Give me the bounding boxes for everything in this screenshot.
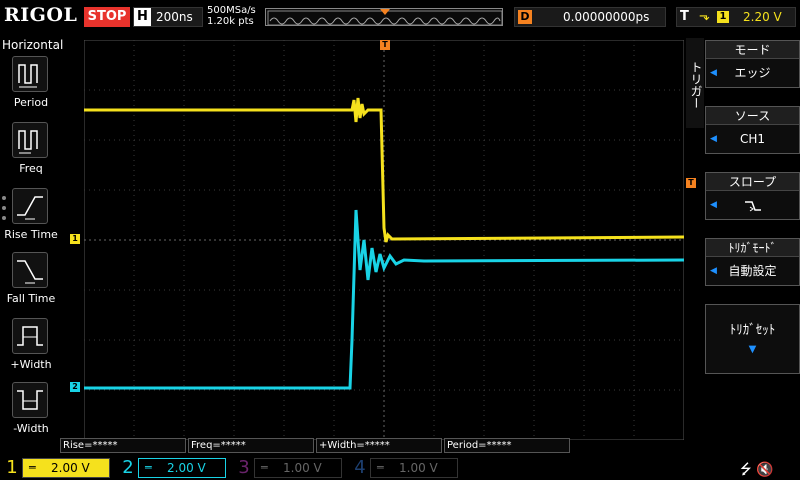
channel-1-tab[interactable]: 1 ═ 2.00 V	[0, 456, 112, 480]
pos-width-label: +Width	[10, 358, 52, 371]
measurement-rise[interactable]: Rise=*****	[60, 438, 186, 453]
acquisition-info: 500MSa/s 1.20k pts	[207, 5, 256, 27]
trigger-mode-header: ﾄﾘｶﾞﾓｰﾄﾞ	[706, 239, 799, 257]
mode-value: エッジ	[734, 66, 771, 80]
channel-3-scale: 1.00 V	[283, 461, 322, 475]
trigger-source-badge: 1	[717, 11, 729, 23]
brand-logo: RIGOL	[4, 4, 78, 26]
channel-3-tab[interactable]: 3 ═ 1.00 V	[232, 456, 344, 480]
measure-rise-time-button[interactable]: Rise Time	[0, 188, 62, 248]
channel-4-coupling: ═	[377, 461, 384, 474]
left-arrow-icon: ◀	[710, 266, 717, 276]
status-icons: ⭍ 🔇	[740, 459, 774, 480]
measurement-category[interactable]: Horizontal	[2, 38, 63, 52]
memory-overview-waveform	[269, 17, 501, 25]
rise-time-label: Rise Time	[4, 228, 58, 241]
period-icon	[12, 56, 48, 92]
menu-mode[interactable]: モード ◀ エッジ	[705, 40, 800, 88]
left-arrow-icon: ◀	[710, 68, 717, 78]
trigger-menu: トリガー モード ◀ エッジ ソース ◀ CH1 スロープ ◀ ﾄﾘｶﾞﾓｰﾄﾞ ◀…	[686, 38, 800, 438]
source-header: ソース	[706, 107, 799, 125]
measurement-panel: Horizontal Period Freq Rise Time Fall Ti…	[0, 36, 63, 456]
channel-1-coupling: ═	[29, 461, 36, 474]
left-arrow-icon: ◀	[710, 200, 717, 210]
mode-header: モード	[706, 41, 799, 59]
delay-label: D	[518, 10, 532, 24]
measurement-pos-width[interactable]: +Width=*****	[316, 438, 442, 453]
trigger-edge-icon: ⬎	[699, 9, 710, 24]
channel-1-number: 1	[6, 457, 18, 478]
memory-overview-bar[interactable]	[265, 8, 503, 26]
trigger-set-label: ﾄﾘｶﾞｾｯﾄ	[729, 323, 776, 338]
trigger-delay-indicator[interactable]: D 0.00000000ps	[514, 7, 666, 27]
freq-label: Freq	[19, 162, 43, 175]
negative-width-icon	[12, 382, 48, 418]
menu-source[interactable]: ソース ◀ CH1	[705, 106, 800, 154]
menu-trigger-mode[interactable]: ﾄﾘｶﾞﾓｰﾄﾞ ◀ 自動設定	[705, 238, 800, 286]
period-label: Period	[13, 96, 49, 109]
memory-depth: 1.20k pts	[207, 16, 254, 27]
trigger-mode-value: 自動設定	[728, 264, 777, 278]
speaker-icon[interactable]: 🔇	[756, 462, 773, 478]
channel-4-scale: 1.00 V	[399, 461, 438, 475]
frequency-icon	[12, 122, 48, 158]
scope-canvas	[84, 40, 684, 440]
top-status-bar: RIGOL STOP H 200ns 500MSa/s 1.20k pts D …	[0, 0, 800, 34]
measure-fall-time-button[interactable]: Fall Time	[0, 252, 62, 312]
trigger-label: T	[680, 9, 689, 24]
channel-2-coupling: ═	[145, 461, 152, 474]
source-value: CH1	[739, 132, 766, 146]
down-arrow-icon: ▼	[748, 344, 757, 355]
sample-rate: 500MSa/s	[207, 5, 256, 16]
channel-4-number: 4	[354, 457, 366, 478]
menu-title: トリガー	[686, 38, 704, 128]
measurement-period[interactable]: Period=*****	[444, 438, 570, 453]
usb-icon: ⭍	[740, 462, 752, 478]
measurement-freq[interactable]: Freq=*****	[188, 438, 314, 453]
fall-time-label: Fall Time	[6, 292, 56, 305]
measure-period-button[interactable]: Period	[0, 56, 62, 116]
ch1-waveform	[84, 97, 684, 243]
rise-time-icon	[12, 188, 48, 224]
timebase-label: H	[134, 8, 151, 26]
delay-value: 0.00000000ps	[563, 10, 650, 24]
channel-2-number: 2	[122, 457, 134, 478]
measure-freq-button[interactable]: Freq	[0, 122, 62, 182]
memory-trigger-marker	[380, 9, 390, 15]
ch1-offset-marker[interactable]: 1	[70, 234, 80, 244]
neg-width-label: -Width	[13, 422, 49, 435]
measurement-results: Rise=***** Freq=***** +Width=***** Perio…	[60, 438, 700, 454]
timebase-value: 200ns	[156, 10, 193, 24]
measure-neg-width-button[interactable]: -Width	[0, 382, 62, 442]
channel-3-number: 3	[238, 457, 250, 478]
fall-time-icon	[12, 252, 48, 288]
trigger-position-marker[interactable]: T	[380, 40, 390, 50]
falling-edge-icon	[744, 200, 761, 211]
positive-width-icon	[12, 318, 48, 354]
channel-3-coupling: ═	[261, 461, 268, 474]
channel-4-tab[interactable]: 4 ═ 1.00 V	[348, 456, 460, 480]
menu-trigger-set[interactable]: ﾄﾘｶﾞｾｯﾄ ▼	[705, 304, 800, 374]
measure-pos-width-button[interactable]: +Width	[0, 318, 62, 378]
timebase-indicator[interactable]: H 200ns	[133, 7, 203, 27]
run-stop-status[interactable]: STOP	[84, 7, 130, 27]
slope-header: スロープ	[706, 173, 799, 191]
left-arrow-icon: ◀	[710, 134, 717, 144]
waveform-display[interactable]	[84, 40, 684, 440]
ch2-offset-marker[interactable]: 2	[70, 382, 80, 392]
menu-slope[interactable]: スロープ ◀	[705, 172, 800, 220]
channel-2-tab[interactable]: 2 ═ 2.00 V	[116, 456, 228, 480]
channel-1-scale: 2.00 V	[51, 461, 90, 475]
channel-bar: 1 ═ 2.00 V 2 ═ 2.00 V 3 ═ 1.00 V 4 ═ 1.00 V …	[0, 456, 800, 480]
channel-2-scale: 2.00 V	[167, 461, 206, 475]
trigger-level-indicator[interactable]: T ⬎ 1 2.20 V	[676, 7, 796, 27]
trigger-level-value: 2.20 V	[743, 10, 782, 24]
